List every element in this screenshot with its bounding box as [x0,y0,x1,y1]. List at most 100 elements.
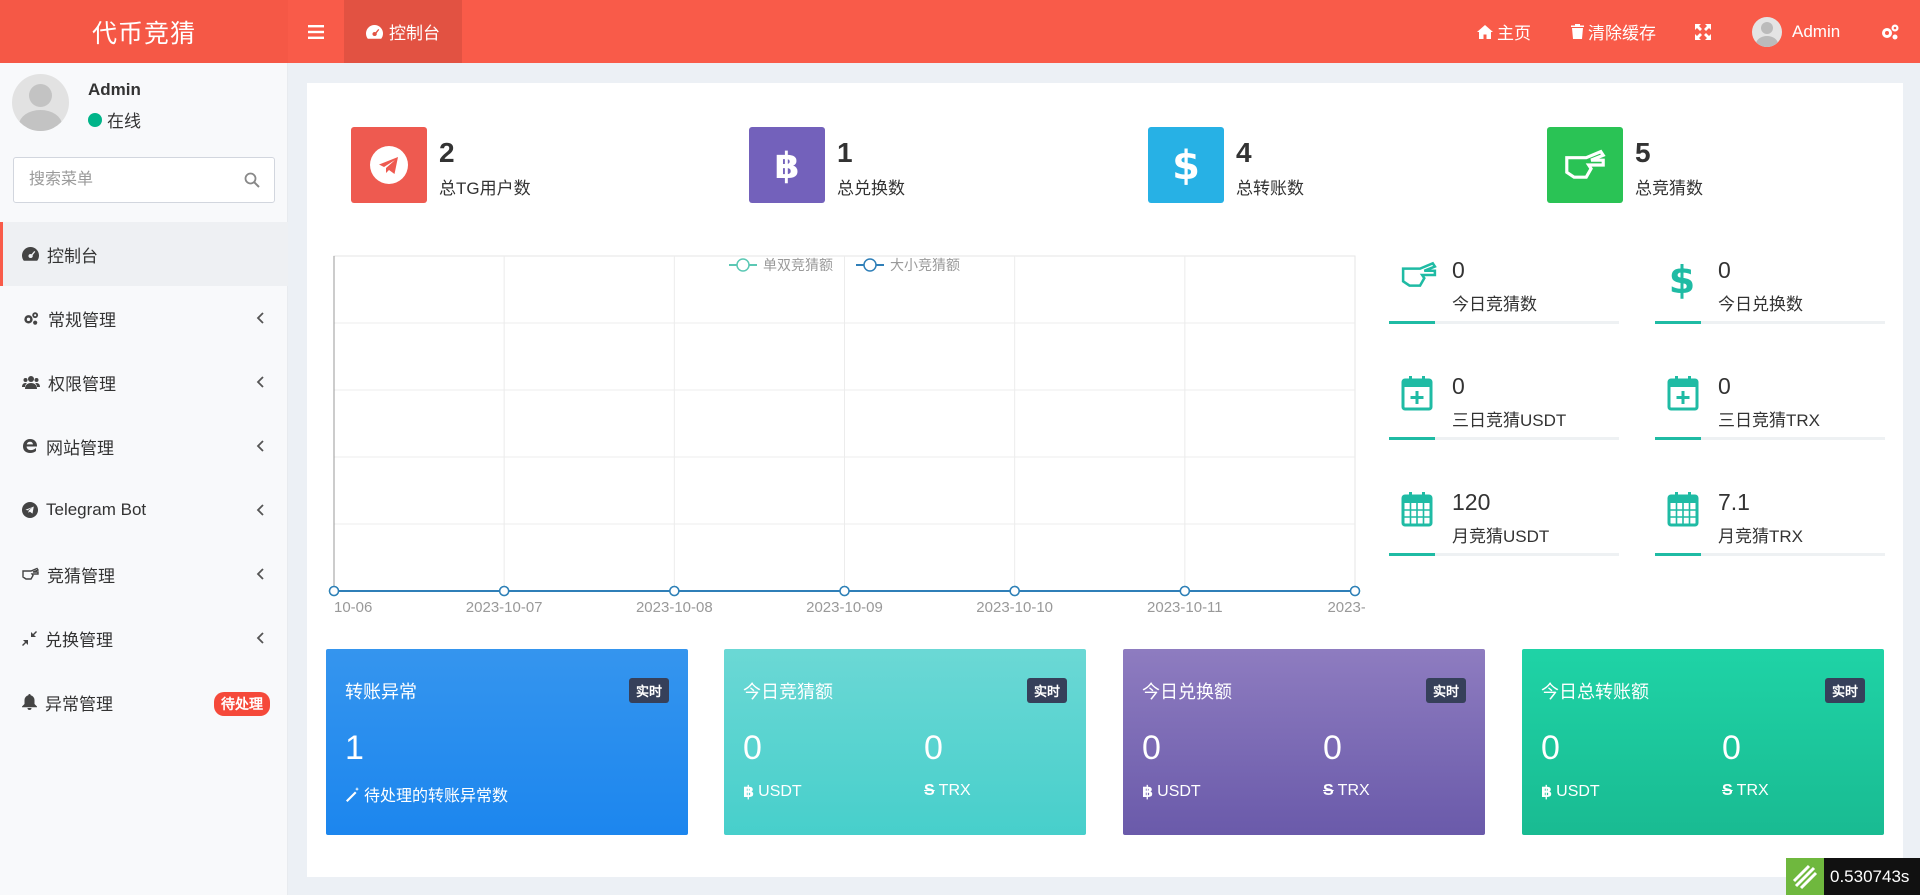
mini-stat-label: 今日竞猜数 [1452,295,1537,314]
tab-dashboard-label: 控制台 [389,24,440,43]
data-point [669,585,680,597]
bitcoin-icon: ฿ [774,146,799,185]
x-tick-label: 2023-10 [1327,599,1365,616]
dollar-icon: $ [1669,259,1695,301]
card-title: 今日总转账额 [1541,682,1649,702]
edge-icon [23,439,38,453]
mini-stat-label: 三日竞猜USDT [1452,411,1567,430]
card-title: 今日竞猜额 [743,682,833,702]
data-point [328,585,340,597]
sidebar-item-guess-management[interactable]: 竞猜管理 [0,542,288,606]
data-point [839,585,850,597]
x-tick-label: 2023-10-07 [466,599,543,616]
mini-stat-value: 0 [1452,257,1465,283]
stat-label: 总TG用户数 [439,179,531,198]
mini-stat-label: 月竞猜TRX [1718,527,1803,546]
stat-icon-box: $ [1148,127,1224,203]
sidebar-item-label: 异常管理 [45,694,113,714]
menu-search [13,157,275,203]
legend-label: 大小竞猜额 [890,257,960,273]
sidebar-item-dashboard[interactable]: 控制台 [0,222,288,286]
paper-plane-icon [370,146,408,184]
chevron-left-icon [256,440,264,452]
stat-icon-box [351,127,427,203]
realtime-badge: 实时 [628,678,669,703]
sidebar-item-general[interactable]: 常规管理 [0,286,288,350]
mini-stat-value: 0 [1718,373,1731,399]
load-timer[interactable]: 0.530743s [1786,858,1920,895]
dashboard-icon [22,247,39,261]
online-status: 在线 [88,107,141,132]
card-unit-label: USDT [1556,783,1600,800]
chevron-left-icon [256,376,264,388]
stat-label: 总竞猜数 [1635,179,1703,198]
card-unit-label: USDT [1157,783,1201,800]
stat-value: 4 [1236,137,1252,168]
stat-icon-box [1547,127,1623,203]
fullscreen-button[interactable] [1695,0,1711,63]
sidebar-item-label: 控制台 [47,246,98,266]
sidebar-item-label: 网站管理 [46,438,114,458]
realtime-badge: 实时 [1824,678,1865,703]
menu-icon [308,24,324,39]
clear-cache-button[interactable]: 清除缓存 [1571,0,1656,63]
card-value-trx: 0 [1722,729,1741,767]
card-subtitle: 待处理的转账异常数 [345,782,508,806]
sidebar-user-name: Admin [88,80,141,99]
sidebar-item-permissions[interactable]: 权限管理 [0,350,288,414]
app-logo[interactable]: 代币竞猜 [0,0,288,63]
sidebar-item-telegram-bot[interactable]: Telegram Bot [0,478,288,542]
chevron-left-icon [256,632,264,644]
card-unit-label: TRX [938,782,971,799]
realtime-badge: 实时 [1026,678,1067,703]
hand-scissors-icon [22,567,39,580]
sidebar-item-website[interactable]: 网站管理 [0,414,288,478]
stat-value: 5 [1635,137,1651,168]
user-panel: Admin 在线 [12,74,272,134]
search-icon[interactable] [244,172,260,188]
thinkphp-trace-icon [1786,858,1824,895]
legend-marker [863,258,877,272]
mini-stat-progress [1389,553,1619,556]
search-input[interactable] [14,158,234,202]
card-unit-usdt: ฿ USDT [1142,782,1201,802]
chevron-left-icon [256,568,264,580]
mini-stat-progress [1655,437,1885,440]
tab-dashboard[interactable]: 控制台 [344,0,462,63]
home-link[interactable]: 主页 [1477,0,1531,63]
magic-wand-icon [346,786,359,802]
mini-stat-3day-usdt: 0 三日竞猜USDT [1389,369,1619,459]
sidebar-toggle-button[interactable] [288,0,344,63]
mini-stat-month-trx: 7.1 月竞猜TRX [1655,485,1885,575]
user-name: Admin [1792,21,1841,41]
dashboard-panel: 2 总TG用户数 ฿ 1 总兑换数 $ 4 总转账数 5 总竞猜数 10-06 2… [307,83,1903,877]
bitcoin-icon: ฿ [1541,784,1553,801]
card-value-usdt: 0 [1142,729,1161,767]
mini-stat-3day-trx: 0 三日竞猜TRX [1655,369,1885,459]
trash-icon [1571,24,1584,39]
cogs-icon [1882,24,1899,39]
x-tick-label: 2023-10-10 [976,599,1053,616]
card-value-usdt: 0 [1541,729,1560,767]
card-today-exchange-amount: 今日兑换额 实时 0 0 ฿ USDT S TRX [1123,649,1485,835]
mini-stat-today-exchanges: $ 0 今日兑换数 [1655,253,1885,343]
mini-stat-value: 120 [1452,489,1491,515]
card-transfer-exceptions: 转账异常 实时 1 待处理的转账异常数 [326,649,688,835]
card-value-trx: 0 [924,729,943,767]
online-status-label: 在线 [107,112,141,131]
card-value-trx: 0 [1323,729,1342,767]
data-point [1179,585,1191,597]
card-unit-usdt: ฿ USDT [1541,782,1600,802]
sidebar-item-label: 常规管理 [48,310,116,330]
legend-marker [736,258,750,272]
card-unit-trx: S TRX [1722,782,1769,800]
sidebar-item-label: 权限管理 [48,374,116,394]
sidebar-item-label: 兑换管理 [45,630,113,650]
user-menu[interactable]: Admin [1752,0,1840,63]
sidebar-item-exceptions[interactable]: 异常管理 待处理 [0,670,288,734]
settings-button[interactable] [1880,0,1900,63]
stat-value: 2 [439,137,455,168]
realtime-badge: 实时 [1425,678,1466,703]
sidebar-item-exchange-management[interactable]: 兑换管理 [0,606,288,670]
data-point [498,585,510,597]
